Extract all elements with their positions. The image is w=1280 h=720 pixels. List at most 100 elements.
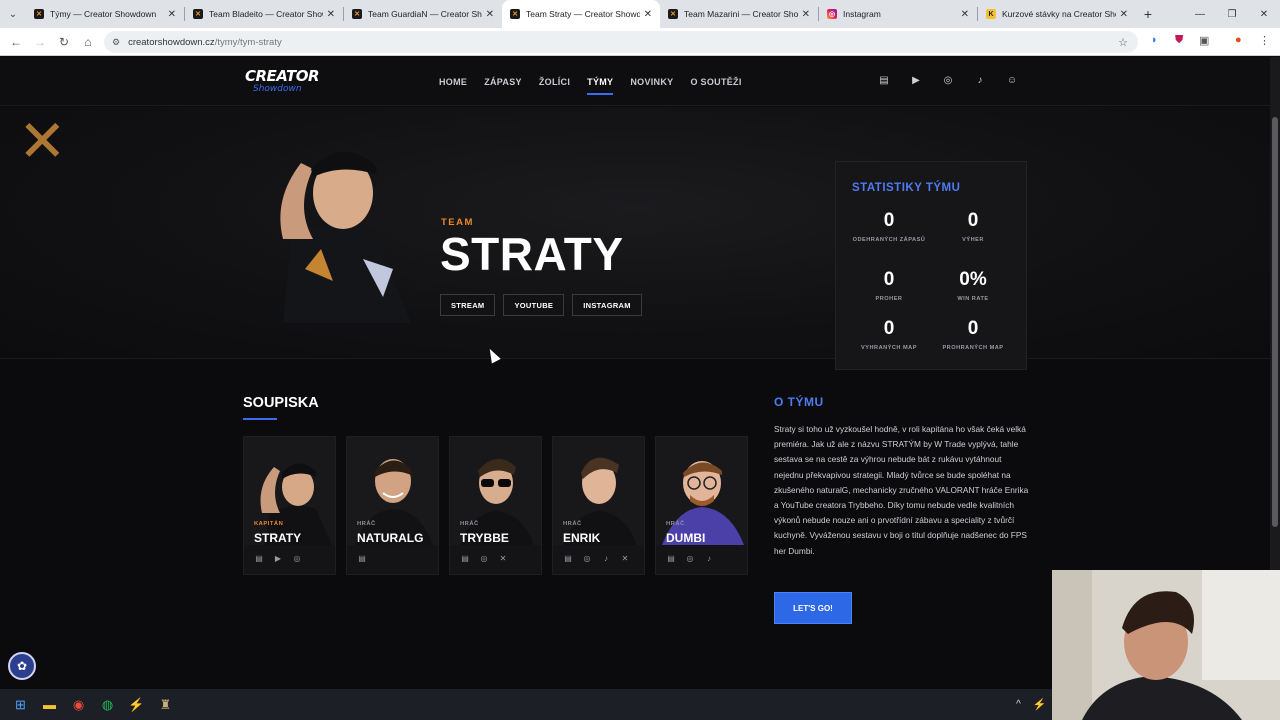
scrollbar-thumb[interactable]: [1272, 117, 1278, 527]
tiktok-icon[interactable]: ♪: [974, 74, 986, 86]
player-card-naturalg[interactable]: HRÁČ NATURALG ▤: [346, 436, 439, 575]
browser-tab-active[interactable]: ✕ Team Straty — Creator Showdown ✕: [502, 0, 660, 28]
player-card-straty[interactable]: KAPITÁN STRATY ▤ ▶ ◎: [243, 436, 336, 575]
tab-close-icon[interactable]: ✕: [802, 9, 810, 20]
bookmark-star-icon[interactable]: ☆: [1118, 36, 1128, 49]
minimize-icon[interactable]: —: [1184, 0, 1216, 28]
x-icon[interactable]: ✕: [498, 554, 508, 563]
browser-tab[interactable]: ✕ Týmy — Creator Showdown ✕: [26, 0, 184, 28]
stat-value: 0: [883, 269, 895, 290]
restore-icon[interactable]: ❐: [1216, 0, 1248, 28]
twitch-icon[interactable]: ▤: [666, 554, 676, 563]
bolt-app-icon[interactable]: ⚡: [122, 689, 151, 720]
stat-value: 0: [883, 210, 895, 231]
url-host: creatorshowdown.cz: [128, 36, 215, 48]
player-card-dumbi[interactable]: HRÁČ DUMBI ▤ ◎ ♪: [655, 436, 748, 575]
tab-title: Kurzové stávky na Creator Showdown: [1002, 9, 1116, 19]
site-info-icon[interactable]: ⚙: [112, 37, 120, 48]
player-card-trybbe[interactable]: HRÁČ TRYBBE ▤ ◎ ✕: [449, 436, 542, 575]
youtube-icon[interactable]: ▶: [910, 74, 922, 86]
instagram-icon[interactable]: ◎: [942, 74, 954, 86]
tab-close-icon[interactable]: ✕: [486, 9, 494, 20]
cs-favicon-icon: ✕: [510, 9, 520, 19]
stats-title: STATISTIKY TÝMU: [852, 182, 961, 194]
tab-close-icon[interactable]: ✕: [961, 9, 969, 20]
player-photo: [244, 437, 335, 545]
discord-icon[interactable]: ☺: [1006, 74, 1018, 86]
browser-tab[interactable]: ✕ Team Mazarini — Creator Showdown ✕: [660, 0, 818, 28]
twitch-icon[interactable]: ▤: [878, 74, 890, 86]
stream-button[interactable]: STREAM: [440, 294, 496, 316]
browser-toolbar: ← → ↻ ⌂ ⚙ creatorshowdown.cz/tymy/tym-st…: [0, 28, 1280, 56]
player-card-enrik[interactable]: HRÁČ ENRIK ▤ ◎ ♪ ✕: [552, 436, 645, 575]
instagram-button[interactable]: INSTAGRAM: [572, 294, 642, 316]
nav-home[interactable]: HOME: [439, 57, 467, 106]
address-bar[interactable]: ⚙ creatorshowdown.cz/tymy/tym-straty ☆: [104, 31, 1138, 53]
instagram-icon[interactable]: ◎: [292, 554, 302, 563]
home-icon[interactable]: ⌂: [76, 35, 100, 49]
browser-tab[interactable]: ◎ Instagram ✕: [819, 0, 977, 28]
browser-tab[interactable]: ✕ Team GuardiaN — Creator Showdown ✕: [344, 0, 502, 28]
chrome-icon[interactable]: ◉: [64, 689, 93, 720]
extension-icon[interactable]: ◗: [1151, 34, 1158, 46]
twitch-icon[interactable]: ▤: [357, 554, 367, 563]
new-tab-plus-icon[interactable]: +: [1136, 6, 1160, 22]
shield-extension-icon[interactable]: ⛊: [1175, 34, 1183, 47]
twitch-icon[interactable]: ▤: [460, 554, 470, 563]
nav-o-soutezi[interactable]: O SOUTĚŽI: [690, 57, 741, 106]
player-photo: [450, 437, 541, 545]
stat-maps-lost: 0 PROHRANÝCH MAP: [933, 318, 1013, 353]
twitch-icon[interactable]: ▤: [563, 554, 573, 563]
twitch-icon[interactable]: ▤: [254, 554, 264, 563]
tiktok-icon[interactable]: ♪: [704, 554, 714, 563]
windows-start-icon[interactable]: ⊞: [6, 689, 35, 720]
instagram-icon[interactable]: ◎: [685, 554, 695, 563]
instagram-icon[interactable]: ◎: [582, 554, 592, 563]
tab-close-icon[interactable]: ✕: [644, 9, 652, 20]
nav-tymy[interactable]: TÝMY: [587, 57, 614, 106]
stat-wins: 0 VÝHER: [933, 210, 1013, 245]
nav-zapasy[interactable]: ZÁPASY: [484, 57, 522, 106]
tab-search-chevron-icon[interactable]: ⌄: [0, 0, 26, 28]
instagram-icon[interactable]: ◎: [479, 554, 489, 563]
stat-label: ODEHRANÝCH ZÁPASŮ: [852, 237, 926, 243]
tiktok-icon[interactable]: ♪: [601, 554, 611, 563]
game-launcher-icon[interactable]: ♜: [151, 689, 180, 720]
lets-go-button[interactable]: LET'S GO!: [774, 592, 852, 624]
close-window-icon[interactable]: ✕: [1248, 0, 1280, 28]
youtube-icon[interactable]: ▶: [273, 554, 283, 563]
player-name: ENRIK: [563, 531, 601, 545]
stat-label: PROHRANÝCH MAP: [942, 345, 1004, 351]
nav-zolici[interactable]: ŽOLÍCI: [539, 57, 570, 106]
forward-arrow-icon[interactable]: →: [28, 35, 52, 49]
tray-app-icon[interactable]: ⚡: [1025, 689, 1054, 720]
file-explorer-icon[interactable]: ▬: [35, 689, 64, 720]
nav-novinky[interactable]: NOVINKY: [630, 57, 673, 106]
extensions-puzzle-icon[interactable]: ▣: [1199, 34, 1209, 47]
reload-icon[interactable]: ↻: [52, 35, 76, 49]
site-logo[interactable]: CREATOR Showdown: [245, 67, 320, 95]
team-stats-panel: STATISTIKY TÝMU 0 ODEHRANÝCH ZÁPASŮ 0 VÝ…: [835, 161, 1027, 370]
logo-text-bottom: Showdown: [253, 84, 302, 94]
spotify-icon[interactable]: ◍: [93, 689, 122, 720]
browser-tab[interactable]: K Kurzové stávky na Creator Showdown ✕: [978, 0, 1136, 28]
x-icon[interactable]: ✕: [620, 554, 630, 563]
header-socials: ▤ ▶ ◎ ♪ ☺: [878, 74, 1018, 86]
youtube-button[interactable]: YOUTUBE: [503, 294, 565, 316]
cookie-settings-icon[interactable]: ✿: [8, 652, 36, 680]
player-role: HRÁČ: [666, 521, 685, 527]
tab-close-icon[interactable]: ✕: [1120, 9, 1128, 20]
browser-tab[interactable]: ✕ Team Bladeito — Creator Showdown ✕: [185, 0, 343, 28]
stat-label: VYHRANÝCH MAP: [861, 345, 917, 351]
url-path: /tymy/tym-straty: [214, 36, 282, 48]
background-x-decoration: ✕: [18, 107, 67, 175]
profile-avatar-icon[interactable]: ●: [1235, 34, 1242, 46]
cs-favicon-icon: ✕: [193, 9, 203, 19]
team-links: STREAM YOUTUBE INSTAGRAM: [440, 294, 642, 316]
logo-text-top: CREATOR: [245, 67, 320, 85]
tab-close-icon[interactable]: ✕: [168, 9, 176, 20]
tab-close-icon[interactable]: ✕: [327, 9, 335, 20]
back-arrow-icon[interactable]: ←: [4, 35, 28, 49]
browser-menu-icon[interactable]: ⋮: [1259, 34, 1270, 47]
player-socials: ▤ ◎ ♪: [666, 554, 714, 563]
